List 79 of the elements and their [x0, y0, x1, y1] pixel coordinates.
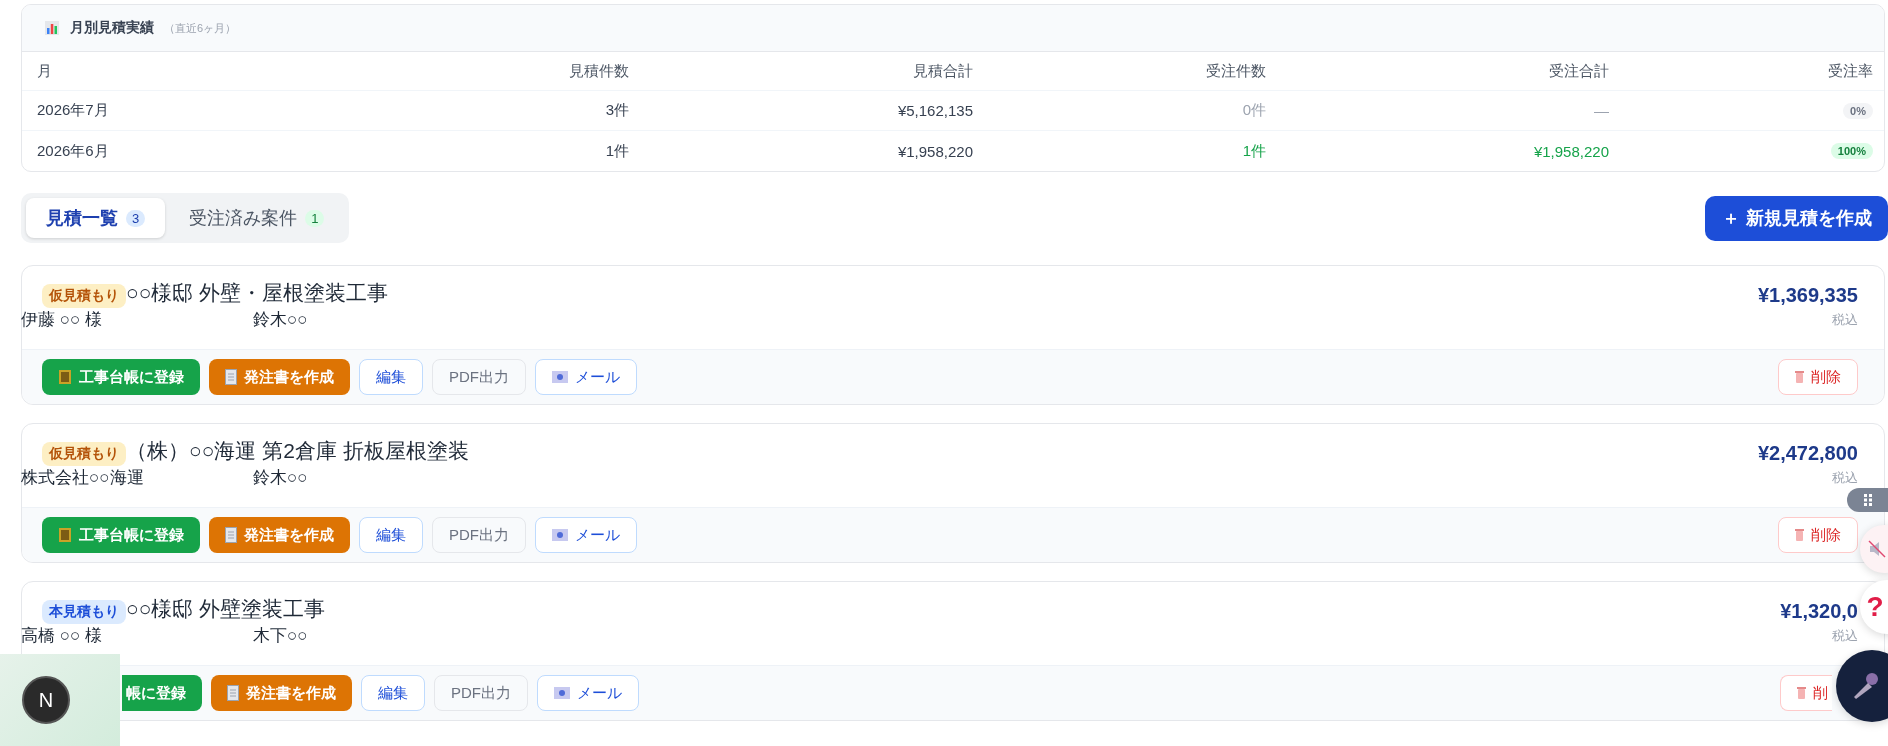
client-name: 高橋 ○○ 様 — [21, 625, 103, 647]
question-icon: ? — [1866, 591, 1884, 623]
muted-speaker-icon — [1868, 540, 1886, 558]
client-name: 株式会社○○海運 — [21, 467, 145, 489]
staff-name: 木下○○ — [253, 625, 308, 647]
create-order-button[interactable]: 発注書を作成 — [209, 517, 350, 553]
document-icon — [227, 685, 239, 701]
dev-tools-button[interactable]: N — [22, 676, 70, 724]
mail-button[interactable]: メール — [537, 675, 639, 711]
count-badge: 1 — [305, 209, 325, 227]
pdf-button[interactable]: PDF出力 — [432, 359, 526, 395]
drag-handle[interactable] — [1847, 488, 1888, 512]
register-ledger-button[interactable]: 工事台帳に登録 — [42, 359, 200, 395]
pdf-button[interactable]: PDF出力 — [432, 517, 526, 553]
bar-chart-icon — [44, 20, 60, 36]
trash-icon — [1795, 370, 1804, 384]
delete-button[interactable]: 削除 — [1778, 359, 1858, 395]
column-header: 見積合計 — [912, 61, 973, 81]
table-cell-text: ¥1,958,220 — [1532, 142, 1609, 160]
create-order-button[interactable]: 発注書を作成 — [209, 359, 350, 395]
table-cell-text: 2026年6月 — [37, 141, 110, 161]
mail-button[interactable]: メール — [535, 517, 637, 553]
delete-button[interactable]: 削除 — [1778, 517, 1858, 553]
estimate-price: ¥1,320,0 — [1780, 600, 1858, 623]
document-icon — [225, 527, 237, 543]
stage-badge: 仮見積もり — [42, 284, 126, 308]
estimate-price: ¥1,369,335 — [1757, 284, 1858, 307]
document-icon — [225, 369, 237, 385]
rate-badge: 0% — [1843, 102, 1873, 119]
trash-icon — [1797, 686, 1806, 700]
column-header: 受注合計 — [1548, 61, 1609, 81]
count-badge: 3 — [126, 209, 146, 227]
table-cell-text: ¥5,162,135 — [896, 102, 973, 119]
staff-name: 鈴木○○ — [253, 309, 308, 331]
new-estimate-button[interactable]: ＋ 新規見積を作成 — [1705, 195, 1888, 241]
client-name: 伊藤 ○○ 様 — [21, 309, 103, 331]
table-cell-text: 0件 — [1241, 101, 1266, 120]
register-ledger-button[interactable]: 工事台帳に登録 — [42, 517, 200, 553]
envelope-icon — [552, 371, 568, 383]
pdf-button[interactable]: PDF出力 — [434, 675, 528, 711]
column-header: 受注率 — [1827, 61, 1873, 81]
stage-badge: 本見積もり — [42, 600, 126, 624]
tax-label: 税込 — [1832, 469, 1858, 487]
tab[interactable]: 見積一覧 3 — [26, 198, 166, 238]
ledger-icon — [58, 527, 72, 543]
panel-title: 月別見積実績 — [70, 19, 154, 37]
table-cell-text: 1件 — [1241, 141, 1266, 161]
rate-badge: 100% — [1830, 143, 1873, 159]
edit-button[interactable]: 編集 — [359, 359, 423, 395]
table-cell-text: — — [1593, 102, 1609, 119]
trash-icon — [1795, 528, 1804, 542]
grip-icon — [1863, 494, 1872, 506]
edit-button[interactable]: 編集 — [359, 517, 423, 553]
table-cell-text: 3件 — [604, 101, 629, 120]
plus-icon: ＋ — [1721, 206, 1740, 230]
create-order-button[interactable]: 発注書を作成 — [211, 675, 352, 711]
estimate-title: ○○様邸 外壁・屋根塗装工事 — [126, 280, 389, 306]
tax-label: 税込 — [1832, 311, 1858, 329]
table-cell-text: 1件 — [604, 141, 629, 161]
column-header: 月 — [37, 61, 53, 81]
table-cell-text: ¥1,958,220 — [896, 142, 973, 160]
ledger-icon — [58, 369, 72, 385]
staff-name: 鈴木○○ — [253, 467, 308, 489]
estimate-title: ○○様邸 外壁塗装工事 — [126, 596, 326, 622]
edit-button[interactable]: 編集 — [361, 675, 425, 711]
tab[interactable]: 受注済み案件 1 — [169, 198, 345, 238]
table-cell-text: 2026年7月 — [37, 101, 110, 120]
column-header: 見積件数 — [568, 61, 629, 81]
mail-button[interactable]: メール — [535, 359, 637, 395]
tax-label: 税込 — [1832, 627, 1858, 645]
estimate-title: （株）○○海運 第2倉庫 折板屋根塗装 — [126, 438, 469, 464]
estimate-price: ¥2,472,800 — [1757, 442, 1858, 465]
register-ledger-button[interactable]: 帳に登録 — [122, 675, 202, 711]
panel-subtitle: （直近6ヶ月） — [164, 20, 237, 36]
envelope-icon — [552, 529, 568, 541]
envelope-icon — [554, 687, 570, 699]
delete-button[interactable]: 削 — [1780, 675, 1832, 711]
column-header: 受注件数 — [1205, 61, 1266, 81]
stage-badge: 仮見積もり — [42, 442, 126, 466]
